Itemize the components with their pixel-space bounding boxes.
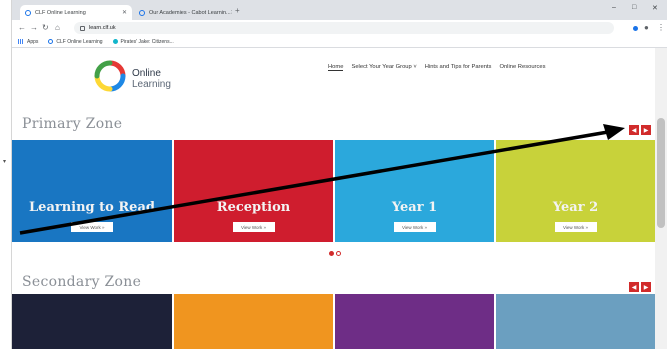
slide-reception[interactable]: Reception View Work » bbox=[174, 140, 333, 242]
carousel-pagination bbox=[329, 251, 341, 256]
back-icon[interactable]: ← bbox=[18, 23, 26, 33]
nav-hints-tips[interactable]: Hints and Tips for Parents bbox=[425, 64, 492, 71]
maximize-button[interactable]: □ bbox=[632, 4, 636, 11]
clf-favicon-icon bbox=[25, 9, 31, 16]
address-bar[interactable]: learn.clf.uk bbox=[74, 22, 614, 34]
forward-icon[interactable]: → bbox=[30, 23, 38, 33]
lock-icon bbox=[80, 25, 85, 31]
view-work-button[interactable]: View Work » bbox=[71, 222, 113, 232]
main-nav: Home Select Your Year Group ˅ Hints and … bbox=[328, 64, 546, 71]
tab-title: Our Academies - Cabot Learnin... bbox=[149, 9, 231, 16]
close-window-button[interactable]: ✕ bbox=[652, 4, 658, 12]
page-scrollbar[interactable] bbox=[655, 48, 667, 349]
pagination-dot[interactable] bbox=[336, 251, 341, 256]
home-icon[interactable]: ⌂ bbox=[55, 23, 60, 33]
slide-year-2[interactable]: Year 2 View Work » bbox=[496, 140, 655, 242]
reload-icon[interactable]: ↻ bbox=[42, 23, 49, 33]
bookmark-label: CLF Online Learning bbox=[56, 38, 103, 45]
secondary-slide[interactable] bbox=[12, 294, 172, 349]
tab-our-academies[interactable]: Our Academies - Cabot Learnin... ✕ bbox=[134, 5, 232, 20]
bookmark-label: Apps bbox=[27, 38, 39, 45]
view-work-button[interactable]: View Work » bbox=[554, 222, 597, 232]
slide-title: Reception bbox=[216, 200, 291, 215]
slide-year-1[interactable]: Year 1 View Work » bbox=[335, 140, 494, 242]
carousel-prev-button[interactable]: ◀ bbox=[629, 125, 639, 135]
secondary-zone-title: Secondary Zone bbox=[22, 274, 142, 290]
extension-icon[interactable] bbox=[633, 26, 638, 31]
view-work-button[interactable]: View Work » bbox=[393, 222, 436, 232]
bookmark-pirates[interactable]: Pirates' Jake: Citizens... bbox=[112, 38, 174, 45]
pagination-dot-active[interactable] bbox=[329, 251, 334, 256]
secondary-slide[interactable] bbox=[174, 294, 333, 349]
site-favicon-icon bbox=[139, 9, 145, 16]
browser-tab-bar: CLF Online Learning ✕ Our Academies - Ca… bbox=[12, 0, 667, 20]
secondary-carousel bbox=[12, 294, 655, 349]
new-tab-button[interactable]: + bbox=[235, 6, 240, 15]
chevron-down-icon: ▾ bbox=[3, 159, 7, 165]
tab-close-icon[interactable]: ✕ bbox=[122, 9, 127, 16]
tab-close-icon[interactable]: ✕ bbox=[231, 9, 232, 16]
logo-line-1: Online bbox=[132, 68, 161, 79]
carousel-next-button[interactable]: ▶ bbox=[641, 282, 651, 292]
tab-title: CLF Online Learning bbox=[35, 9, 86, 16]
bookmark-label: Pirates' Jake: Citizens... bbox=[120, 38, 174, 45]
slide-title: Year 2 bbox=[552, 200, 599, 215]
secondary-slide[interactable] bbox=[496, 294, 655, 349]
carousel-prev-button[interactable]: ◀ bbox=[629, 282, 639, 292]
secondary-carousel-arrows: ◀ ▶ bbox=[629, 282, 651, 292]
slide-title: Learning to Read bbox=[29, 200, 155, 215]
background-window-edge: ▾ bbox=[0, 0, 12, 349]
profile-icon[interactable]: ● bbox=[644, 23, 649, 32]
view-work-button[interactable]: View Work » bbox=[232, 222, 275, 232]
logo-line-2: Learning bbox=[132, 79, 171, 90]
apps-grid-icon bbox=[18, 39, 24, 44]
primary-carousel-arrows: ◀ ▶ bbox=[629, 125, 651, 135]
primary-carousel: Learning to Read View Work » Reception V… bbox=[12, 140, 655, 242]
primary-zone-title: Primary Zone bbox=[22, 116, 123, 132]
url-text: learn.clf.uk bbox=[89, 25, 116, 31]
page-content: Online Learning Home Select Your Year Gr… bbox=[12, 48, 655, 349]
bookmark-apps[interactable]: Apps bbox=[18, 39, 38, 45]
slide-title: Year 1 bbox=[391, 200, 438, 215]
carousel-next-button[interactable]: ▶ bbox=[641, 125, 651, 135]
logo-text[interactable]: Online Learning bbox=[132, 68, 171, 90]
screenshot-frame: ▾ CLF Online Learning ✕ Our Academies - … bbox=[0, 0, 667, 349]
bookmark-clf-online-learning[interactable]: CLF Online Learning bbox=[48, 38, 103, 45]
tab-clf-online-learning[interactable]: CLF Online Learning ✕ bbox=[20, 5, 132, 20]
browser-toolbar: ← → ↻ ⌂ learn.clf.uk ● ⋮ bbox=[12, 20, 667, 36]
minimize-button[interactable]: – bbox=[612, 4, 616, 11]
nav-online-resources[interactable]: Online Resources bbox=[499, 64, 545, 71]
online-learning-logo-icon[interactable] bbox=[94, 60, 126, 92]
nav-select-year-group[interactable]: Select Your Year Group ˅ bbox=[351, 64, 416, 71]
bookmarks-bar: Apps CLF Online Learning Pirates' Jake: … bbox=[12, 36, 667, 48]
scrollbar-thumb[interactable] bbox=[657, 118, 665, 228]
menu-kebab-icon[interactable]: ⋮ bbox=[657, 23, 665, 32]
slide-learning-to-read[interactable]: Learning to Read View Work » bbox=[12, 140, 172, 242]
clf-favicon-icon bbox=[48, 39, 54, 44]
secondary-slide[interactable] bbox=[335, 294, 494, 349]
nav-home[interactable]: Home bbox=[328, 64, 344, 71]
site-favicon-icon bbox=[112, 39, 118, 44]
